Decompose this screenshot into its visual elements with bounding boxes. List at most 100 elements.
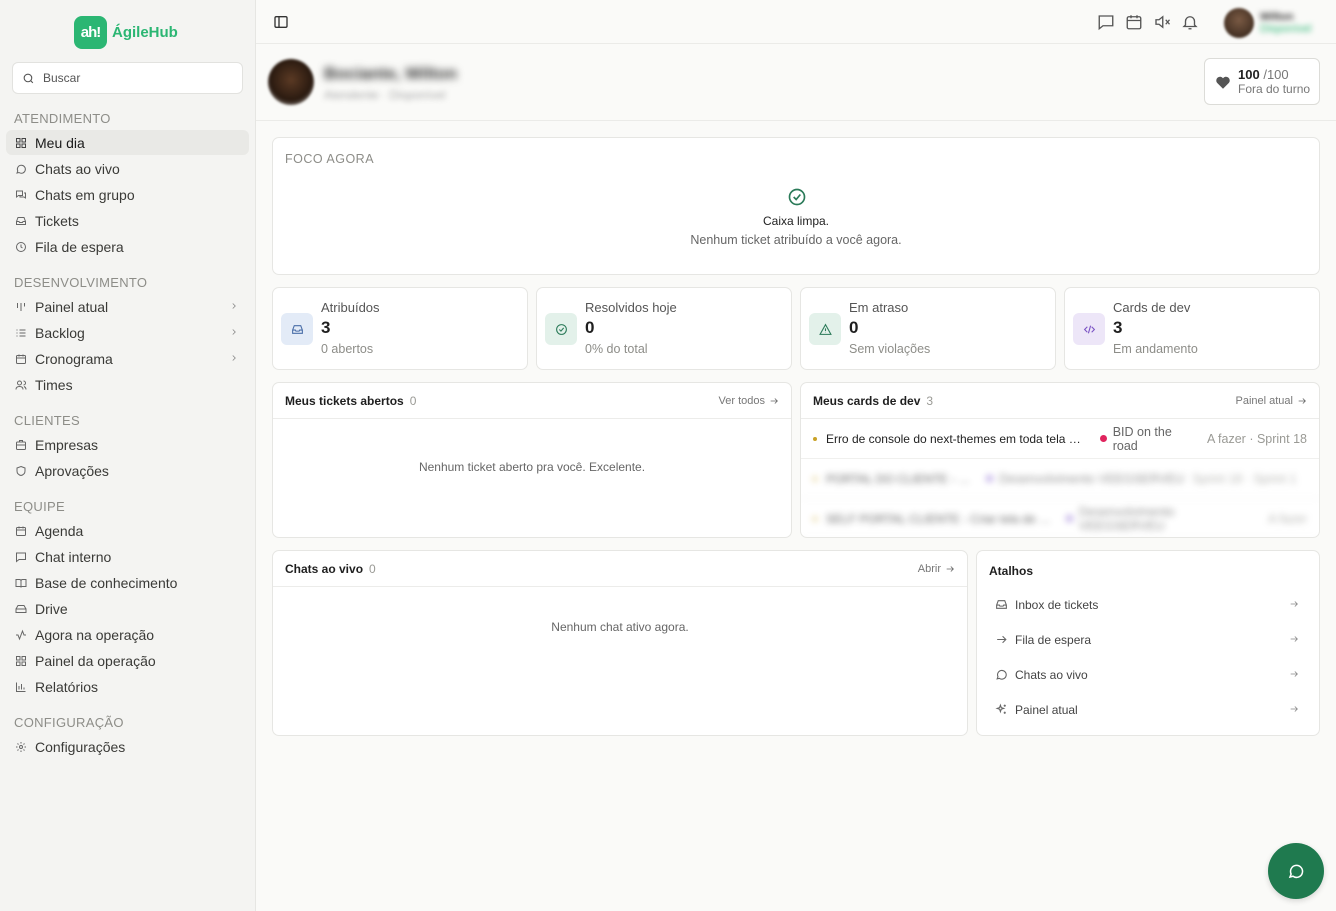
app-logo[interactable]: ah! ÁgileHub (74, 16, 178, 49)
sidebar-item-meu-dia[interactable]: Meu dia (6, 130, 249, 155)
section-desenvolvimento: DESENVOLVIMENTO (14, 275, 148, 290)
bullet (813, 476, 817, 481)
bell-icon[interactable] (1181, 13, 1199, 31)
message-icon[interactable] (1097, 13, 1115, 31)
view-all-link[interactable]: Ver todos (719, 395, 779, 407)
my-tickets-panel: Meus tickets abertos 0 Ver todos Nenhum … (272, 382, 792, 538)
panel-title: Chats ao vivo (285, 561, 364, 576)
arrow-right-icon (1289, 599, 1299, 609)
calendar-icon[interactable] (1125, 13, 1143, 31)
status-dot (1065, 515, 1073, 522)
card-title: SELF PORTAL CLIENTE - Criar tela de botã… (825, 511, 1056, 526)
list-item[interactable]: Erro de console do next-themes em toda t… (801, 419, 1319, 459)
bullet (813, 436, 817, 441)
chevron-right-icon (229, 353, 239, 363)
activity-icon (15, 629, 27, 641)
sidebar-item-label: Tickets (35, 212, 79, 229)
arrow-right-icon (1289, 634, 1299, 644)
stat-card-resolvidos[interactable]: Resolvidos hoje 0 0% do total (536, 287, 792, 370)
calendar-icon (15, 525, 27, 537)
stat-value: 0 (585, 318, 595, 337)
sidebar-item-tickets[interactable]: Tickets (6, 208, 249, 233)
grid-icon (15, 137, 27, 149)
sidebar-item-label: Painel atual (35, 298, 109, 315)
grid-icon (15, 655, 27, 667)
sidebar-item-base-de-conhecimento[interactable]: Base de conhecimento (6, 570, 249, 595)
open-link[interactable]: Abrir (918, 563, 955, 575)
shortcut-inbox-de-tickets[interactable]: Inbox de tickets (985, 588, 1309, 621)
stat-card-em-atraso[interactable]: Em atraso 0 Sem violações (800, 287, 1056, 370)
sidebar-item-agenda[interactable]: Agenda (6, 518, 249, 543)
calendar-icon (15, 353, 27, 365)
list-item[interactable]: PORTAL DO CLIENTE - ERR... Desenvolvimen… (801, 459, 1319, 499)
sidebar-item-label: Fila de espera (35, 238, 124, 255)
sidebar-item-cronograma[interactable]: Cronograma (6, 346, 249, 371)
inbox-icon (995, 598, 1008, 611)
sidebar-item-chats-em-grupo[interactable]: Chats em grupo (6, 182, 249, 207)
card-status: A fazer · Sprint 18 (1206, 431, 1307, 446)
sidebar-item-agora-na-operacao[interactable]: Agora na operação (6, 622, 249, 647)
list-item[interactable]: SELF PORTAL CLIENTE - Criar tela de botã… (801, 499, 1319, 537)
sidebar-item-relatorios[interactable]: Relatórios (6, 674, 249, 699)
avatar (268, 59, 314, 105)
stat-label: Atribuídos (321, 300, 380, 315)
sidebar-item-chats-ao-vivo[interactable]: Chats ao vivo (6, 156, 249, 181)
arrow-right-icon (1289, 704, 1299, 714)
sidebar-item-empresas[interactable]: Empresas (6, 432, 249, 457)
search-icon (22, 72, 35, 85)
sidebar-item-painel-atual[interactable]: Painel atual (6, 294, 249, 319)
sidebar-item-label: Agora na operação (35, 626, 155, 643)
gear-icon (15, 741, 27, 753)
shortcut-fila-de-espera[interactable]: Fila de espera (985, 623, 1309, 656)
stat-sub: Em andamento (1113, 342, 1198, 356)
sidebar-item-fila-de-espera[interactable]: Fila de espera (6, 234, 249, 259)
avatar (1224, 8, 1254, 38)
check-circle-icon (545, 313, 577, 345)
warning-icon (809, 313, 841, 345)
drive-icon (15, 603, 27, 615)
stat-value: 3 (1113, 318, 1123, 337)
shortcut-painel-atual[interactable]: Painel atual (985, 693, 1309, 726)
sidebar-item-drive[interactable]: Drive (6, 596, 249, 621)
score-badge[interactable]: 100 /100 Fora do turno (1204, 58, 1320, 105)
sidebar-item-times[interactable]: Times (6, 372, 249, 397)
card-project: Desenvolvimento VEEGSERVEU (999, 471, 1185, 486)
volume-mute-icon[interactable] (1153, 13, 1171, 31)
panel-header: Meus cards de dev 3 Painel atual (801, 383, 1319, 419)
status-dot (986, 475, 993, 482)
sidebar-item-backlog[interactable]: Backlog (6, 320, 249, 345)
sidebar-item-label: Empresas (35, 436, 99, 453)
panel-title: Atalhos (989, 564, 1034, 578)
shortcut-chats-ao-vivo[interactable]: Chats ao vivo (985, 658, 1309, 691)
sidebar-item-label: Cronograma (35, 350, 113, 367)
stat-value: 3 (321, 318, 331, 337)
arrow-right-icon (995, 633, 1008, 646)
score-label: Fora do turno (1238, 82, 1311, 96)
live-chats-panel: Chats ao vivo 0 Abrir Nenhum chat ativo … (272, 550, 968, 736)
stat-value: 0 (849, 318, 859, 337)
painel-atual-link[interactable]: Painel atual (1236, 395, 1308, 407)
sidebar-item-aprovacoes[interactable]: Aprovações (6, 458, 249, 483)
list-icon (15, 327, 27, 339)
building-icon (15, 439, 27, 451)
chat-bubble-icon (995, 668, 1008, 681)
sidebar-item-label: Times (35, 376, 73, 393)
sidebar-item-label: Base de conhecimento (35, 574, 178, 591)
sidebar-item-chat-interno[interactable]: Chat interno (6, 544, 249, 569)
link-label: Abrir (917, 562, 941, 575)
user-menu[interactable]: Wilton Disponível (1224, 4, 1328, 42)
search-input[interactable] (43, 71, 223, 85)
search-box[interactable] (12, 62, 243, 94)
stat-card-cards-de-dev[interactable]: Cards de dev 3 Em andamento (1064, 287, 1320, 370)
section-atendimento: ATENDIMENTO (14, 111, 111, 126)
card-status: Sprint 18 · Sprint 1 (1192, 471, 1297, 486)
sidebar-item-configuracoes[interactable]: Configurações (6, 734, 249, 759)
chat-fab-button[interactable] (1268, 843, 1324, 899)
panel-header: Meus tickets abertos 0 Ver todos (273, 383, 791, 419)
stat-card-atribuidos[interactable]: Atribuídos 3 0 abertos (272, 287, 528, 370)
sidebar-item-label: Chats ao vivo (35, 160, 120, 177)
sidebar-item-painel-da-operacao[interactable]: Painel da operação (6, 648, 249, 673)
clock-icon (15, 241, 27, 253)
sidebar-toggle-icon[interactable] (273, 14, 289, 30)
section-equipe: EQUIPE (14, 499, 65, 514)
